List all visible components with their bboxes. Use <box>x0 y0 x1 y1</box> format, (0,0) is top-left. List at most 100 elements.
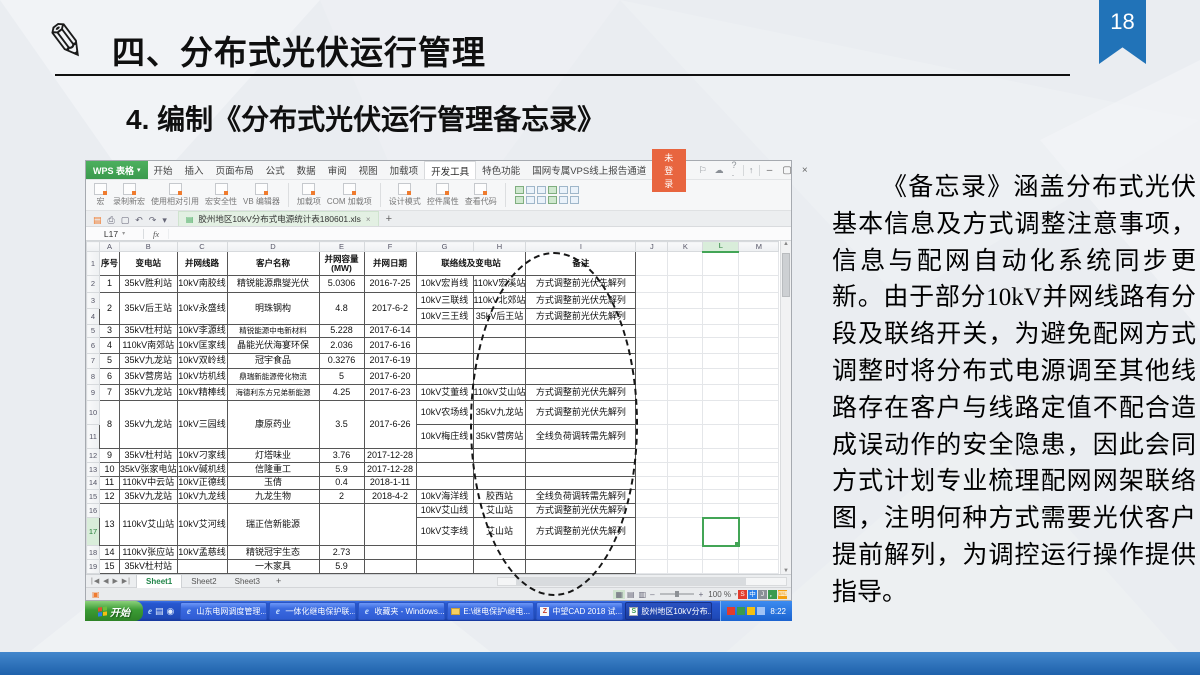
selected-cell[interactable] <box>703 518 739 546</box>
cell[interactable] <box>739 325 779 338</box>
cell[interactable]: 信隆重工 <box>227 463 319 477</box>
cell[interactable]: 并网线路 <box>177 252 227 276</box>
cell[interactable]: 10kV李源线 <box>177 325 227 338</box>
menu-tab-视图[interactable]: 视图 <box>353 161 384 179</box>
cell-name-box[interactable]: L17 ▾ <box>86 229 144 239</box>
cell[interactable]: 九龙生物 <box>227 490 319 504</box>
safety-tray-icon[interactable] <box>737 607 745 615</box>
column-header-E[interactable]: E <box>319 242 364 252</box>
media-icon[interactable]: ◉ <box>167 606 175 617</box>
row-header-16[interactable]: 16 <box>87 504 100 518</box>
cell[interactable]: 5.9 <box>319 560 364 574</box>
print-preview-icon[interactable]: ▢ <box>118 215 133 225</box>
print-icon[interactable]: ⎙ <box>105 215 118 225</box>
cell[interactable] <box>636 401 668 425</box>
menu-tab-国网专属VPS线上报告通道[interactable]: 国网专属VPS线上报告通道 <box>526 161 652 179</box>
cell[interactable]: 10kV艾河线 <box>177 504 227 546</box>
taskbar-button[interactable]: S胶州地区10kV分布... <box>625 602 712 620</box>
cell[interactable] <box>739 425 779 449</box>
menu-tab-审阅[interactable]: 审阅 <box>322 161 353 179</box>
cell[interactable]: 110kV南郊站 <box>120 338 178 354</box>
cell[interactable] <box>416 325 473 338</box>
form-control-icon[interactable] <box>537 186 546 194</box>
cell[interactable]: 客户名称 <box>227 252 319 276</box>
cell[interactable]: 变电站 <box>120 252 178 276</box>
macro-record-icon[interactable]: ▣ <box>90 590 102 599</box>
cell[interactable]: 10kV宏肖线 <box>416 276 473 293</box>
cell[interactable]: 并网日期 <box>364 252 416 276</box>
cell[interactable]: 3.76 <box>319 449 364 463</box>
row-header-2[interactable]: 2 <box>87 276 100 293</box>
cell[interactable]: 10kV孟慈线 <box>177 546 227 560</box>
cell[interactable] <box>703 276 739 293</box>
cell[interactable] <box>703 401 739 425</box>
cell[interactable] <box>703 504 739 518</box>
cell[interactable] <box>668 354 703 369</box>
cell[interactable] <box>739 449 779 463</box>
form-control-icon[interactable] <box>570 196 579 204</box>
column-header-G[interactable]: G <box>416 242 473 252</box>
menu-tab-开始[interactable]: 开始 <box>148 161 179 179</box>
cell[interactable]: 15 <box>100 560 120 574</box>
cell[interactable]: 2017-6-14 <box>364 325 416 338</box>
cell[interactable]: 35kV张家电站 <box>120 463 178 477</box>
row-header-8[interactable]: 8 <box>87 369 100 385</box>
cell[interactable]: 10kV梅庄线 <box>416 425 473 449</box>
cell[interactable] <box>739 477 779 490</box>
page-layout-view-icon[interactable]: ▤ <box>625 590 637 599</box>
cell[interactable]: 0.3276 <box>319 354 364 369</box>
cell[interactable]: 10kV艾山线 <box>416 504 473 518</box>
row-header-17[interactable]: 17 <box>87 518 100 546</box>
cell[interactable]: 35kV营房站 <box>120 369 178 385</box>
cell[interactable]: 3 <box>100 325 120 338</box>
form-control-icon[interactable] <box>526 196 535 204</box>
menu-tab-数据[interactable]: 数据 <box>291 161 322 179</box>
cell[interactable] <box>703 293 739 309</box>
cell[interactable] <box>416 546 473 560</box>
cell[interactable] <box>703 325 739 338</box>
minimize-button[interactable]: – <box>762 165 778 176</box>
cell[interactable]: 精锐冠宇生态 <box>227 546 319 560</box>
cell[interactable]: 10kV艾李线 <box>416 518 473 546</box>
cell[interactable] <box>703 354 739 369</box>
cell[interactable]: 2 <box>100 293 120 325</box>
volume-tray-icon[interactable] <box>757 607 765 615</box>
column-header-K[interactable]: K <box>668 242 703 252</box>
cell[interactable] <box>668 518 703 546</box>
select-all-corner[interactable] <box>87 242 100 252</box>
cell[interactable] <box>636 449 668 463</box>
start-button[interactable]: 开始 <box>85 601 143 621</box>
cell[interactable]: 2.036 <box>319 338 364 354</box>
redo-icon[interactable]: ↷ <box>146 215 160 225</box>
cell[interactable]: 10kV九龙线 <box>177 490 227 504</box>
cell[interactable]: 7 <box>100 385 120 401</box>
cell[interactable] <box>636 463 668 477</box>
cell[interactable]: 110kV中云站 <box>120 477 178 490</box>
ie-icon[interactable]: e <box>148 606 152 616</box>
cell[interactable] <box>668 477 703 490</box>
page-break-view-icon[interactable]: ▥ <box>637 590 649 599</box>
cell[interactable] <box>416 338 473 354</box>
menu-tab-开发工具[interactable]: 开发工具 <box>424 161 476 179</box>
sheet-tab-Sheet1[interactable]: Sheet1 <box>136 575 182 588</box>
cell[interactable]: 冠宇食品 <box>227 354 319 369</box>
cell[interactable] <box>668 490 703 504</box>
cell[interactable] <box>177 560 227 574</box>
cell[interactable]: 2017-12-28 <box>364 449 416 463</box>
cell[interactable] <box>703 252 739 276</box>
cell[interactable] <box>668 338 703 354</box>
column-header-H[interactable]: H <box>473 242 526 252</box>
taskbar-button[interactable]: e收藏夹 - Windows... <box>358 602 445 620</box>
ribbon-item-COM 加载项[interactable]: COM 加载项 <box>327 183 372 207</box>
cell[interactable] <box>739 546 779 560</box>
cell[interactable]: 2017-6-19 <box>364 354 416 369</box>
cell[interactable] <box>416 560 473 574</box>
cell[interactable] <box>703 369 739 385</box>
help-icon[interactable]: ?· <box>728 160 741 180</box>
column-header-B[interactable]: B <box>120 242 178 252</box>
cell[interactable]: 10kV碱机线 <box>177 463 227 477</box>
cell[interactable] <box>703 309 739 325</box>
ime-keyboard-icon[interactable]: ⌨ <box>778 590 787 599</box>
cell[interactable]: 1 <box>100 276 120 293</box>
zoom-out-icon[interactable]: – <box>648 590 656 599</box>
